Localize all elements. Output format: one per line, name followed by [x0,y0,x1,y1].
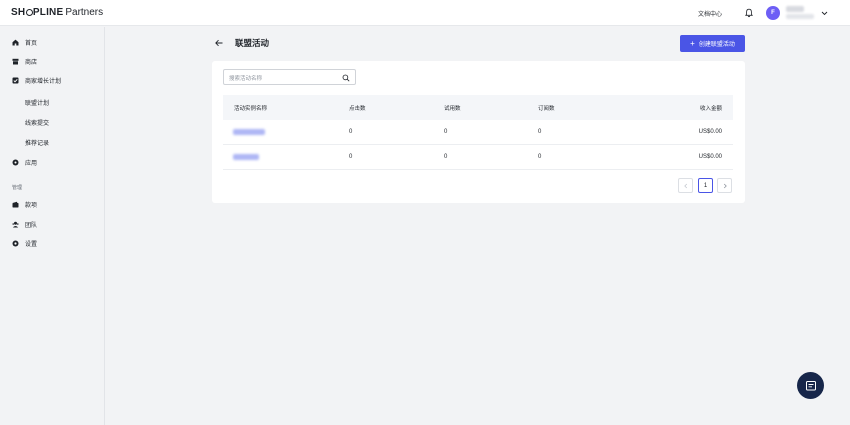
sidebar-item-settings[interactable]: 设置 [12,237,37,249]
search-icon[interactable] [342,74,350,82]
campaign-name-link-redacted[interactable] [233,129,265,135]
settings-icon [12,240,19,246]
sidebar-section-manage: 管理 [12,185,23,191]
plus-icon: + [690,38,695,48]
top-bar: SH PLINE Partners 文档中心 F [0,0,850,26]
wallet-icon [12,201,19,207]
campaign-name-link-redacted[interactable] [233,154,259,160]
bell-icon[interactable] [744,8,754,18]
trials-cell: 0 [444,154,448,160]
column-header-subscriptions[interactable]: 订阅数 [538,104,555,112]
growth-plan-icon [12,77,19,83]
pagination-page-button[interactable]: 1 [698,178,713,193]
home-icon [12,39,19,45]
sidebar-item-label: 应用 [25,160,38,167]
sidebar-subitem-referral-records[interactable]: 推荐记录 [25,138,49,147]
pagination-prev-button[interactable] [678,178,693,193]
search-placeholder: 搜索活动名称 [229,76,263,82]
search-input[interactable]: 搜索活动名称 [223,69,356,85]
pagination-next-button[interactable] [717,178,732,193]
clicks-cell: 0 [349,154,353,160]
column-header-trials[interactable]: 试用数 [444,104,461,112]
sidebar-item-label: 商店 [25,59,38,66]
column-header-clicks[interactable]: 点击数 [349,104,366,112]
sidebar-item-label: 团队 [25,222,38,229]
logo-o-mark [25,8,33,16]
user-email-redacted[interactable] [786,14,814,19]
sidebar-subitem-lead-submission[interactable]: 线索提交 [25,118,49,127]
sidebar-subitem-affiliate-plan[interactable]: 联盟计划 [25,98,49,107]
revenue-cell: US$0.00 [698,129,722,135]
sidebar-item-apps[interactable]: 应用 [12,156,37,168]
chevron-down-icon[interactable] [821,10,828,16]
chevron-right-icon [723,183,727,188]
sidebar-item-label: 首页 [25,40,38,47]
page-header: 联盟活动 [214,36,269,50]
shopline-partners-logo[interactable]: SH PLINE Partners [11,7,103,18]
apps-icon [12,159,19,165]
back-arrow-icon[interactable] [214,38,224,48]
sidebar-item-growth-plan[interactable]: 商家增长计划 [12,74,61,86]
revenue-cell: US$0.00 [698,154,722,160]
subscriptions-cell: 0 [538,154,542,160]
sidebar-item-label: 设置 [25,241,38,248]
chat-support-button[interactable] [797,372,824,399]
logo-brand-part2: PLINE [32,7,64,18]
column-header-revenue[interactable]: 收入金额 [700,104,722,112]
logo-suffix: Partners [65,7,104,18]
user-avatar[interactable]: F [766,6,780,20]
sidebar-item-label: 款项 [25,202,38,209]
create-affiliate-campaign-button[interactable]: + 创建联盟活动 [680,35,745,52]
user-name-redacted[interactable] [786,6,804,12]
create-button-label: 创建联盟活动 [698,42,735,48]
team-icon [12,221,19,227]
sidebar-item-payouts[interactable]: 款项 [12,198,37,210]
sidebar-item-home[interactable]: 首页 [12,36,37,48]
logo-brand-part1: SH [11,7,26,18]
doc-center-link[interactable]: 文档中心 [698,9,722,18]
chevron-left-icon [683,183,687,188]
column-header-campaign-name[interactable]: 活动实例名称 [234,104,267,112]
chat-icon [805,380,816,390]
table-row: 0 0 0 US$0.00 [223,120,733,145]
subscriptions-cell: 0 [538,129,542,135]
table-header: 活动实例名称 点击数 试用数 订阅数 收入金额 [223,95,733,120]
trials-cell: 0 [444,129,448,135]
page-title: 联盟活动 [235,38,270,48]
sidebar-item-team[interactable]: 团队 [12,218,37,230]
sidebar-item-store[interactable]: 商店 [12,55,37,67]
sidebar-item-label: 商家增长计划 [25,78,62,85]
clicks-cell: 0 [349,129,353,135]
store-icon [12,58,19,64]
table-row: 0 0 0 US$0.00 [223,145,733,170]
